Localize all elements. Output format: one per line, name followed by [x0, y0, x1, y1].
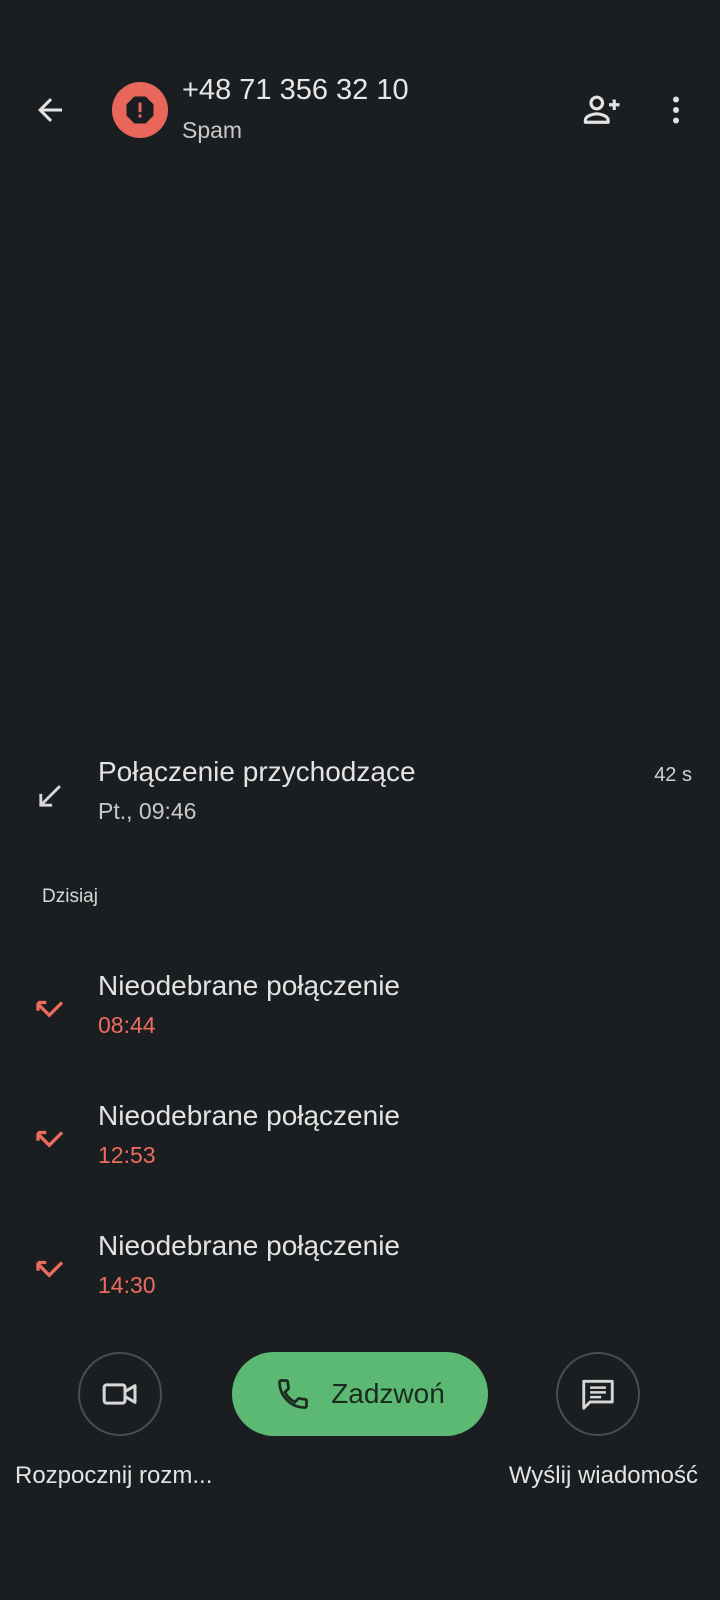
phone-icon	[278, 1379, 309, 1409]
message-icon	[582, 1379, 614, 1410]
spam-label: Spam	[182, 117, 243, 143]
call-entry-missed[interactable]: Nieodebrane połączenie 12:53	[0, 1096, 720, 1196]
video-call-label: Rozpocznij rozm...	[15, 1462, 213, 1489]
video-call-button[interactable]	[78, 1352, 162, 1436]
call-duration: 42 s	[654, 764, 692, 786]
missed-call-icon	[28, 988, 72, 1032]
call-entry-missed[interactable]: Nieodebrane połączenie 08:44	[0, 966, 720, 1066]
spam-avatar	[112, 82, 168, 138]
call-time: 14:30	[98, 1272, 156, 1298]
more-vert-icon	[673, 96, 679, 124]
call-entry-incoming[interactable]: Połączenie przychodzące Pt., 09:46 42 s	[0, 752, 720, 852]
call-type-label: Nieodebrane połączenie	[98, 1100, 400, 1131]
add-person-icon	[583, 95, 620, 124]
message-button[interactable]	[556, 1352, 640, 1436]
call-button-label: Zadzwoń	[331, 1378, 445, 1409]
back-button[interactable]	[24, 84, 76, 136]
section-header-today: Dzisiaj	[42, 886, 98, 907]
call-entry-missed[interactable]: Nieodebrane połączenie 14:30	[0, 1226, 720, 1326]
incoming-call-icon	[28, 774, 72, 818]
more-options-button[interactable]	[656, 86, 696, 134]
call-time: 12:53	[98, 1142, 156, 1168]
spam-alert-icon	[126, 96, 154, 124]
call-time: Pt., 09:46	[98, 798, 197, 824]
call-details-screen: +48 71 356 32 10 Spam Połączenie przycho…	[0, 0, 720, 1600]
call-button[interactable]: Zadzwoń	[232, 1352, 488, 1436]
call-type-label: Połączenie przychodzące	[98, 756, 416, 787]
call-type-label: Nieodebrane połączenie	[98, 970, 400, 1001]
call-type-label: Nieodebrane połączenie	[98, 1230, 400, 1261]
add-contact-button[interactable]	[578, 86, 626, 134]
missed-call-icon	[28, 1248, 72, 1292]
phone-number: +48 71 356 32 10	[182, 74, 409, 106]
missed-call-icon	[28, 1118, 72, 1162]
videocam-icon	[102, 1383, 137, 1405]
call-time: 08:44	[98, 1012, 156, 1038]
back-arrow-icon	[38, 98, 62, 122]
message-label: Wyślij wiadomość	[508, 1462, 698, 1489]
